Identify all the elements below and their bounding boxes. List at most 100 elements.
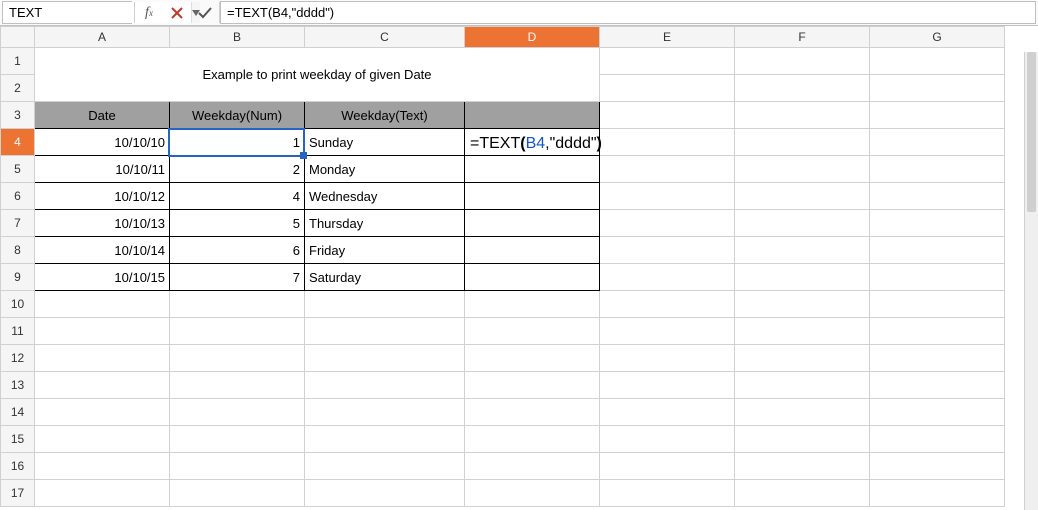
- cell[interactable]: [735, 318, 870, 345]
- cell-B4[interactable]: 1: [170, 129, 305, 156]
- row-header[interactable]: 3: [1, 102, 35, 129]
- cell[interactable]: [870, 183, 1005, 210]
- title-cell[interactable]: Example to print weekday of given Date: [35, 48, 600, 102]
- cell[interactable]: [305, 318, 465, 345]
- cell[interactable]: [600, 75, 735, 102]
- cell[interactable]: [735, 129, 870, 156]
- cell[interactable]: [170, 399, 305, 426]
- cell[interactable]: [465, 399, 600, 426]
- cell[interactable]: [305, 291, 465, 318]
- row-header[interactable]: 14: [1, 399, 35, 426]
- cell[interactable]: [465, 453, 600, 480]
- cell[interactable]: [870, 426, 1005, 453]
- cell[interactable]: [170, 291, 305, 318]
- cell[interactable]: [600, 372, 735, 399]
- cell[interactable]: [735, 480, 870, 507]
- cell-C5[interactable]: Monday: [305, 156, 465, 183]
- cell-D8[interactable]: [465, 237, 600, 264]
- cell[interactable]: [170, 426, 305, 453]
- hdr-date[interactable]: Date: [35, 102, 170, 129]
- cell[interactable]: [735, 102, 870, 129]
- cell[interactable]: [735, 210, 870, 237]
- row-header[interactable]: 1: [1, 48, 35, 75]
- cell[interactable]: [735, 75, 870, 102]
- formula-input-wrap[interactable]: [220, 1, 1036, 24]
- cell[interactable]: [735, 183, 870, 210]
- cell[interactable]: [305, 426, 465, 453]
- cell-B8[interactable]: 6: [170, 237, 305, 264]
- row-header[interactable]: 13: [1, 372, 35, 399]
- cell[interactable]: [735, 372, 870, 399]
- cell-A7[interactable]: 10/10/13: [35, 210, 170, 237]
- row-header[interactable]: 12: [1, 345, 35, 372]
- cell[interactable]: [870, 453, 1005, 480]
- row-header[interactable]: 7: [1, 210, 35, 237]
- cell-D9[interactable]: [465, 264, 600, 291]
- row-header[interactable]: 5: [1, 156, 35, 183]
- cell-C9[interactable]: Saturday: [305, 264, 465, 291]
- cell[interactable]: [465, 345, 600, 372]
- hdr-wnum[interactable]: Weekday(Num): [170, 102, 305, 129]
- cell[interactable]: [305, 372, 465, 399]
- accept-button[interactable]: [191, 0, 219, 25]
- cell[interactable]: [170, 453, 305, 480]
- function-wizard-button[interactable]: fx: [135, 0, 163, 25]
- name-box[interactable]: [2, 1, 132, 24]
- cell-D5[interactable]: [465, 156, 600, 183]
- row-header[interactable]: 2: [1, 75, 35, 102]
- cell-C7[interactable]: Thursday: [305, 210, 465, 237]
- cell[interactable]: [305, 480, 465, 507]
- cell[interactable]: [735, 399, 870, 426]
- hdr-wtext[interactable]: Weekday(Text): [305, 102, 465, 129]
- cell[interactable]: [600, 345, 735, 372]
- cell[interactable]: [170, 372, 305, 399]
- cell[interactable]: [600, 264, 735, 291]
- row-header[interactable]: 4: [1, 129, 35, 156]
- cell[interactable]: [35, 426, 170, 453]
- cell[interactable]: [465, 480, 600, 507]
- cell[interactable]: [600, 48, 735, 75]
- col-header-A[interactable]: A: [35, 27, 170, 48]
- cell-A6[interactable]: 10/10/12: [35, 183, 170, 210]
- row-header[interactable]: 16: [1, 453, 35, 480]
- vertical-scrollbar[interactable]: [1024, 52, 1038, 510]
- cell[interactable]: [35, 399, 170, 426]
- cell[interactable]: [870, 345, 1005, 372]
- cell[interactable]: [600, 453, 735, 480]
- cell[interactable]: [870, 372, 1005, 399]
- cell[interactable]: [870, 156, 1005, 183]
- cell[interactable]: [735, 453, 870, 480]
- cell-C8[interactable]: Friday: [305, 237, 465, 264]
- cell[interactable]: [35, 480, 170, 507]
- cell-D7[interactable]: [465, 210, 600, 237]
- cell[interactable]: [735, 48, 870, 75]
- cell[interactable]: [170, 318, 305, 345]
- cell[interactable]: [600, 156, 735, 183]
- cell-A8[interactable]: 10/10/14: [35, 237, 170, 264]
- col-header-B[interactable]: B: [170, 27, 305, 48]
- cell[interactable]: [735, 264, 870, 291]
- cell[interactable]: [870, 318, 1005, 345]
- cell[interactable]: [870, 237, 1005, 264]
- cell[interactable]: [870, 75, 1005, 102]
- cell[interactable]: [305, 399, 465, 426]
- select-all-corner[interactable]: [1, 27, 35, 48]
- cell[interactable]: [170, 345, 305, 372]
- col-header-F[interactable]: F: [735, 27, 870, 48]
- row-header[interactable]: 15: [1, 426, 35, 453]
- cell-D4[interactable]: [465, 129, 600, 156]
- cell[interactable]: [870, 399, 1005, 426]
- cell-B9[interactable]: 7: [170, 264, 305, 291]
- cell[interactable]: [735, 237, 870, 264]
- spreadsheet-grid[interactable]: A B C D E F G 1 Example to print weekday…: [0, 26, 1038, 510]
- cell[interactable]: [735, 426, 870, 453]
- cell[interactable]: [870, 480, 1005, 507]
- cell[interactable]: [870, 48, 1005, 75]
- cell[interactable]: [600, 183, 735, 210]
- formula-input[interactable]: [221, 2, 1035, 23]
- col-header-E[interactable]: E: [600, 27, 735, 48]
- row-header[interactable]: 10: [1, 291, 35, 318]
- cell-A5[interactable]: 10/10/11: [35, 156, 170, 183]
- col-header-G[interactable]: G: [870, 27, 1005, 48]
- cell[interactable]: [600, 399, 735, 426]
